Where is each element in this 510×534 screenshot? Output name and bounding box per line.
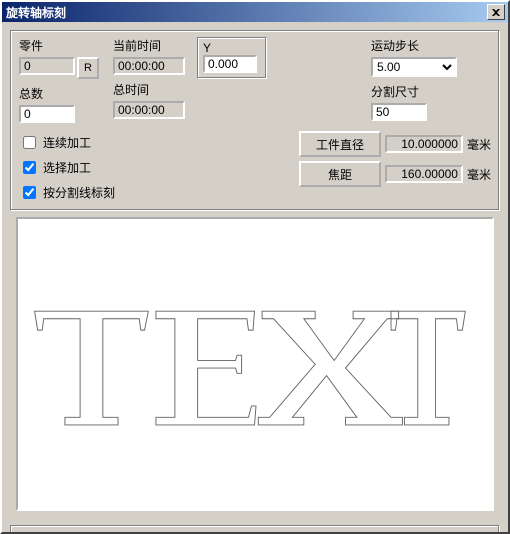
split-label: 分割尺寸	[371, 83, 491, 100]
focal-value	[385, 165, 463, 183]
y-label: Y	[203, 41, 211, 55]
unit-mm-1: 毫米	[467, 136, 491, 153]
titlebar[interactable]: 旋转轴标刻	[2, 2, 508, 22]
select-checkbox[interactable]: 选择加工	[19, 158, 169, 177]
part-input	[19, 57, 75, 75]
window-title: 旋转轴标刻	[6, 4, 487, 21]
continuous-checkbox[interactable]: 连续加工	[19, 133, 169, 152]
window: 旋转轴标刻 零件 R 总数 当前时间 00:	[0, 0, 510, 534]
step-label: 运动步长	[371, 37, 491, 54]
preview-text-svg	[27, 296, 482, 433]
total-label: 总数	[19, 85, 101, 102]
current-time-label: 当前时间	[113, 37, 185, 54]
current-time-value: 00:00:00	[113, 57, 185, 75]
split-input[interactable]	[371, 103, 427, 121]
diameter-value	[385, 135, 463, 153]
close-icon[interactable]	[487, 4, 505, 20]
focal-button[interactable]: 焦距	[299, 161, 381, 187]
total-input[interactable]	[19, 105, 75, 123]
total-time-label: 总时间	[113, 81, 185, 98]
reset-button[interactable]: R	[77, 57, 99, 79]
total-time-value: 00:00:00	[113, 101, 185, 119]
unit-mm-2: 毫米	[467, 166, 491, 183]
continuous-label: 连续加工	[43, 134, 91, 151]
select-label: 选择加工	[43, 159, 91, 176]
top-panel: 零件 R 总数 当前时间 00:00:00 总时间 00:00:00	[10, 30, 500, 211]
bottom-toolbar: 红光(F1) 标刻(F2) 参数(F3) 退出(F5)	[10, 525, 500, 534]
diameter-button[interactable]: 工件直径	[299, 131, 381, 157]
bysplit-checkbox[interactable]: 按分割线标刻	[19, 183, 169, 202]
bysplit-label: 按分割线标刻	[43, 184, 115, 201]
part-label: 零件	[19, 37, 101, 54]
step-select[interactable]: 5.00	[371, 57, 457, 77]
preview-canvas	[16, 217, 494, 511]
y-input[interactable]	[203, 55, 257, 73]
content-area: 零件 R 总数 当前时间 00:00:00 总时间 00:00:00	[2, 22, 508, 534]
